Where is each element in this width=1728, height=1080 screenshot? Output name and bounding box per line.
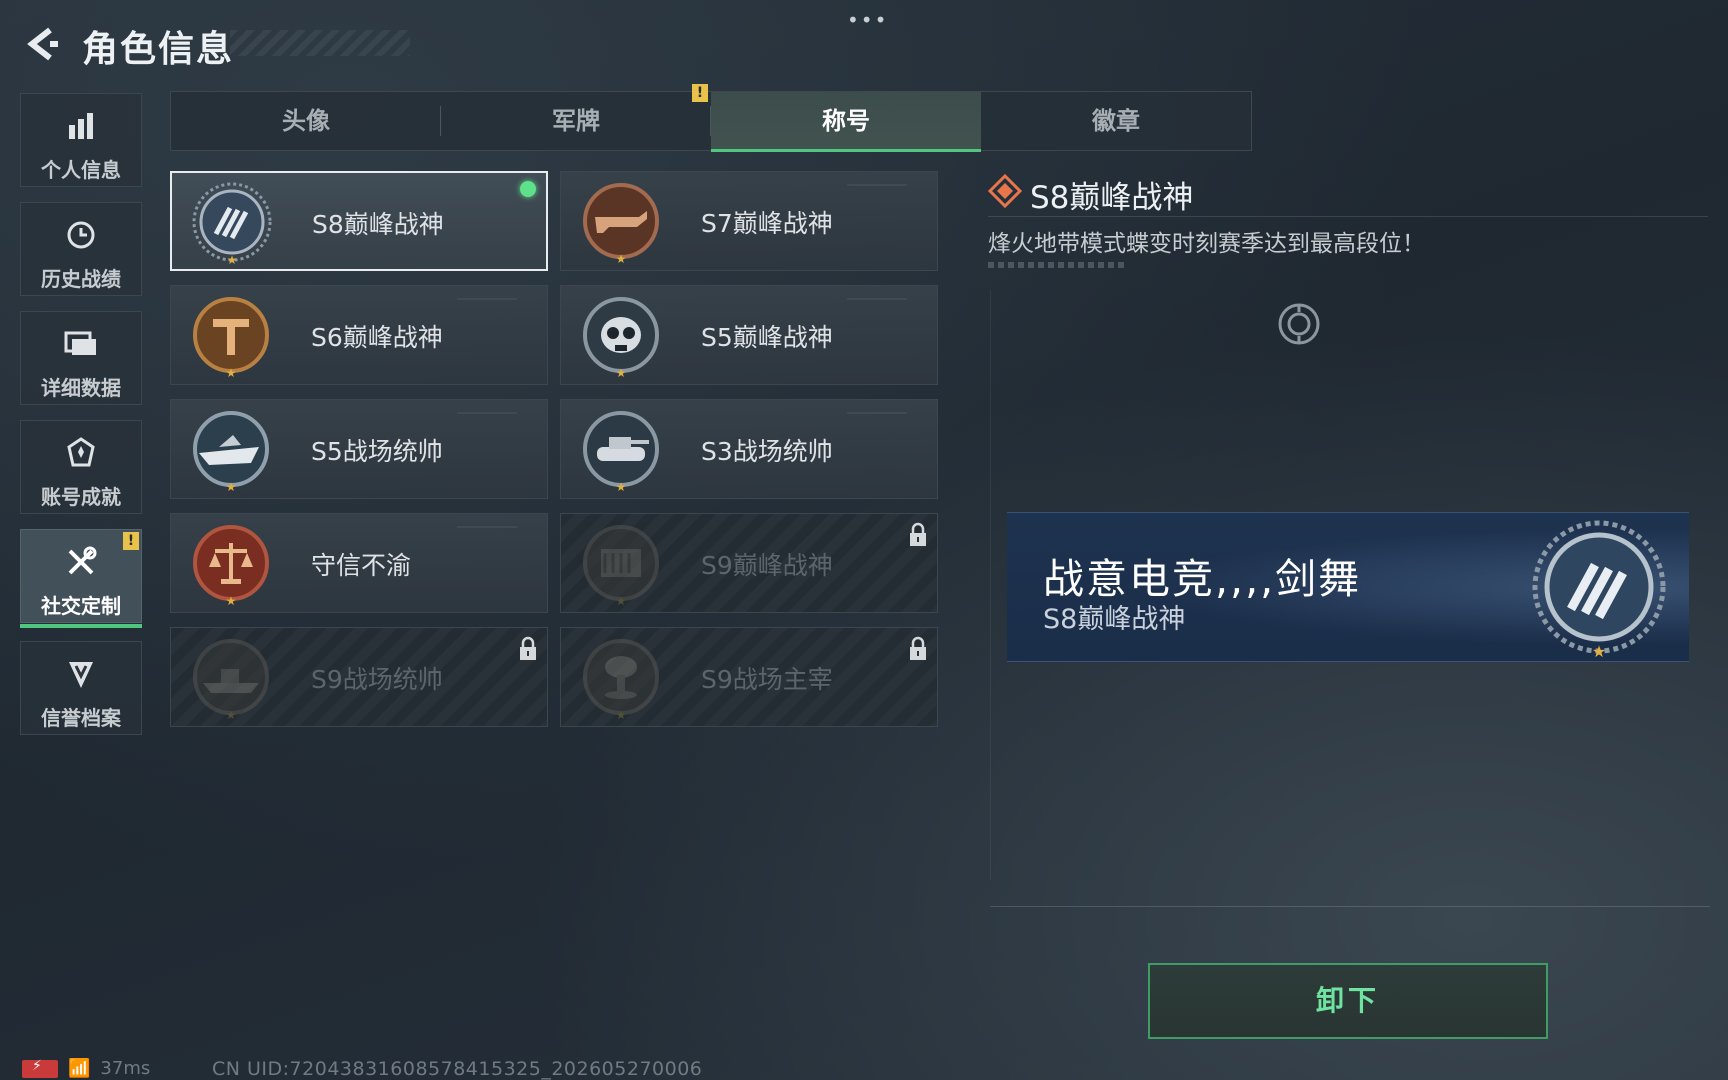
battery-icon — [22, 1058, 58, 1078]
lock-icon — [910, 636, 926, 660]
tools-icon — [68, 546, 97, 575]
detail-title: S8巅峰战神 — [1030, 180, 1194, 216]
title-name: S3战场统帅 — [701, 437, 833, 466]
status-bar: 📶 37ms — [22, 1058, 150, 1079]
warship-emblem-icon: ★ — [193, 639, 269, 721]
title-card-s9-dominator[interactable]: ★ S9战场主宰 — [560, 627, 938, 727]
tab-badge[interactable]: 徽章 — [981, 92, 1251, 150]
title-decoration — [230, 30, 410, 56]
tab-avatar[interactable]: 头像 — [171, 92, 441, 150]
slash-emblem-icon: ★ — [192, 182, 272, 266]
title-name: S7巅峰战神 — [701, 209, 833, 238]
warning-badge: ! — [123, 532, 139, 550]
uid-text: CN UID:7204383160857841532​5_20260527000… — [212, 1058, 703, 1080]
title-card-s5-commander[interactable]: ★ S5战场统帅 — [170, 399, 548, 499]
title-card-s6-peak[interactable]: ★ S6巅峰战神 — [170, 285, 548, 385]
svg-text:★: ★ — [616, 708, 627, 721]
tab-title[interactable]: 称号 — [711, 92, 981, 152]
tab-warning-badge: ! — [692, 84, 708, 102]
title-name: S9巅峰战神 — [701, 551, 833, 580]
shield-icon — [69, 662, 93, 688]
lock-icon — [910, 522, 926, 546]
title-card-s9-commander[interactable]: ★ S9战场统帅 — [170, 627, 548, 727]
title-name: S5巅峰战神 — [701, 323, 833, 352]
title-name: S9战场主宰 — [701, 665, 833, 694]
svg-text:★: ★ — [616, 252, 627, 265]
svg-text:★: ★ — [226, 708, 237, 721]
tank-emblem-icon: ★ — [583, 411, 659, 493]
rifle-emblem-icon: ★ — [583, 183, 659, 265]
sidebar-item-label: 信誉档案 — [41, 706, 121, 730]
title-card-s5-peak[interactable]: ★ S5巅峰战神 — [560, 285, 938, 385]
title-diamond-icon — [988, 174, 1022, 208]
unequip-button[interactable]: 卸下 — [1148, 963, 1548, 1039]
tab-dog-tag[interactable]: 军牌 — [441, 92, 711, 150]
t-emblem-icon: ★ — [193, 297, 269, 379]
achievement-icon — [67, 437, 95, 467]
boat-emblem-icon: ★ — [193, 411, 269, 493]
equipped-indicator — [520, 181, 536, 197]
wifi-icon: 📶 — [68, 1058, 91, 1079]
sidebar-item-label: 账号成就 — [41, 485, 121, 509]
banner-title: S8巅峰战神 — [1043, 604, 1186, 635]
sidebar-item-label: 社交定制 — [41, 594, 121, 618]
sidebar-item-social-custom[interactable]: 社交定制 ! — [20, 529, 142, 628]
lock-icon — [520, 636, 536, 660]
page-title: 角色信息 — [82, 29, 235, 70]
title-card-trustworthy[interactable]: ★ 守信不渝 — [170, 513, 548, 613]
title-name: 守信不渝 — [311, 551, 412, 580]
clock-icon — [67, 221, 95, 249]
title-card-s3-commander[interactable]: ★ S3战场统帅 — [560, 399, 938, 499]
sidebar-item-achievements[interactable]: 账号成就 — [20, 420, 142, 514]
divider — [990, 906, 1710, 907]
svg-text:★: ★ — [616, 480, 627, 493]
folder-icon — [64, 331, 96, 355]
sidebar-item-detailed-data[interactable]: 详细数据 — [20, 311, 142, 405]
svg-text:★: ★ — [227, 253, 238, 266]
sidebar-item-label: 历史战绩 — [41, 267, 121, 291]
bar-chart-icon — [69, 113, 93, 139]
title-card-s9-peak[interactable]: ★ S9巅峰战神 — [560, 513, 938, 613]
svg-text:★: ★ — [616, 594, 627, 607]
ping-value: 37ms — [100, 1058, 151, 1079]
title-name: S5战场统帅 — [311, 437, 443, 466]
title-name: S9战场统帅 — [311, 665, 443, 694]
skull-emblem-icon: ★ — [583, 297, 659, 379]
category-tabs: 头像 军牌 称号 徽章 — [170, 91, 1252, 152]
title-preview-banner: 战意电竞,,,,剑舞 S8巅峰战神 ★ — [1007, 512, 1689, 662]
rotate-view-icon[interactable] — [1277, 302, 1321, 346]
title-name: S8巅峰战神 — [312, 210, 444, 239]
mushroom-cloud-emblem-icon: ★ — [583, 639, 659, 721]
title-name: S6巅峰战神 — [311, 323, 443, 352]
title-card-s7-peak[interactable]: ★ S7巅峰战神 — [560, 171, 938, 271]
title-card-s8-peak[interactable]: ★ S8巅峰战神 — [170, 171, 548, 271]
player-name: 战意电竞,,,,剑舞 — [1043, 555, 1362, 603]
svg-text:★: ★ — [226, 480, 237, 493]
detail-description: 烽火地带模式蝶变时刻赛季达到最高段位！ — [988, 231, 1425, 257]
divider — [988, 216, 1708, 217]
scales-emblem-icon: ★ — [193, 525, 269, 607]
svg-text:★: ★ — [226, 594, 237, 607]
detail-subtext-decoration — [988, 262, 1128, 268]
sidebar-item-personal-info[interactable]: 个人信息 — [20, 93, 142, 187]
more-menu-icon[interactable]: ••• — [847, 8, 888, 32]
svg-text:★: ★ — [1592, 642, 1606, 659]
back-arrow-icon[interactable] — [22, 24, 62, 64]
sidebar-item-label: 详细数据 — [41, 376, 121, 400]
sidebar-item-credit-record[interactable]: 信誉档案 — [20, 641, 142, 735]
slash-emblem-icon: ★ — [1532, 520, 1666, 659]
sidebar-item-label: 个人信息 — [41, 158, 121, 182]
bunker-emblem-icon: ★ — [583, 525, 659, 607]
sidebar-item-history[interactable]: 历史战绩 — [20, 202, 142, 296]
svg-text:★: ★ — [226, 366, 237, 379]
svg-text:★: ★ — [616, 366, 627, 379]
